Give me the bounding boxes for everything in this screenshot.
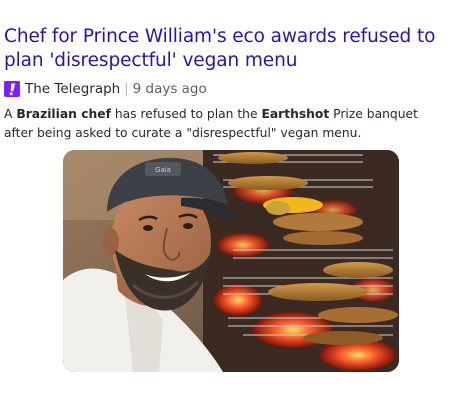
provider-name: The Telegraph xyxy=(25,81,121,97)
news-card[interactable]: Chef for Prince William's eco awards ref… xyxy=(0,0,455,400)
yahoo-exclamation-icon xyxy=(4,81,20,97)
headline-link[interactable]: Chef for Prince William's eco awards ref… xyxy=(4,25,450,73)
cap-logo-text: Gaia xyxy=(155,166,171,174)
separator: | xyxy=(124,81,129,97)
summary-bold-brazilian-chef: Brazilian chef xyxy=(16,107,111,121)
article-photo[interactable]: Gaia xyxy=(63,150,399,372)
summary-text: A Brazilian chef has refused to plan the… xyxy=(4,107,418,140)
source-row: The Telegraph | 9 days ago xyxy=(4,80,207,98)
summary-bold-earthshot: Earthshot xyxy=(261,107,330,121)
timestamp: 9 days ago xyxy=(132,81,207,97)
